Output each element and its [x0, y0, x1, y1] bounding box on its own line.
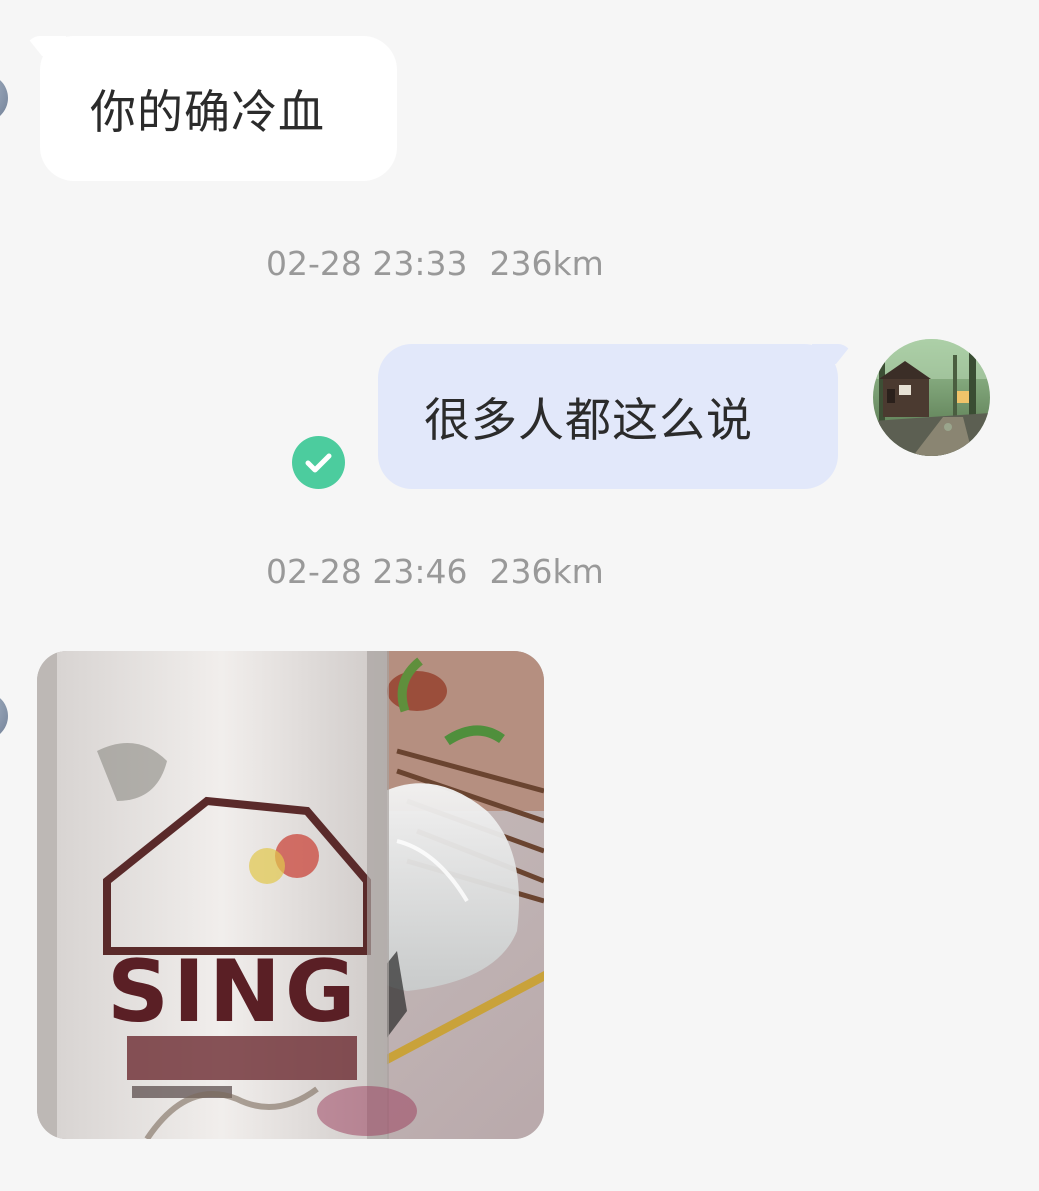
partner-avatar[interactable] [0, 692, 8, 740]
timestamp-time: 02-28 23:46 [266, 552, 468, 591]
my-avatar[interactable] [873, 339, 990, 456]
message-timestamp: 02-28 23:33 236km [266, 244, 604, 283]
incoming-message-bubble[interactable]: 你的确冷血 [26, 36, 397, 181]
message-text: 你的确冷血 [90, 84, 325, 139]
timestamp-distance: 236km [489, 244, 604, 283]
chat-thread[interactable]: 你的确冷血 02-28 23:33 236km 很多人都这么说 02-28 23… [0, 0, 1039, 1191]
partner-avatar[interactable] [0, 74, 8, 122]
bubble-tail [812, 344, 852, 364]
beer-can-photo-icon: SING [37, 651, 544, 1139]
svg-text:SING: SING [107, 942, 360, 1042]
timestamp-distance: 236km [489, 552, 604, 591]
outgoing-message-bubble[interactable]: 很多人都这么说 [378, 344, 852, 489]
message-text: 很多人都这么说 [424, 392, 753, 447]
message-timestamp: 02-28 23:46 236km [266, 552, 604, 591]
read-status-check-icon [292, 436, 345, 489]
bubble-tail [26, 36, 66, 56]
image-message[interactable]: SING [37, 651, 544, 1139]
timestamp-time: 02-28 23:33 [266, 244, 468, 283]
